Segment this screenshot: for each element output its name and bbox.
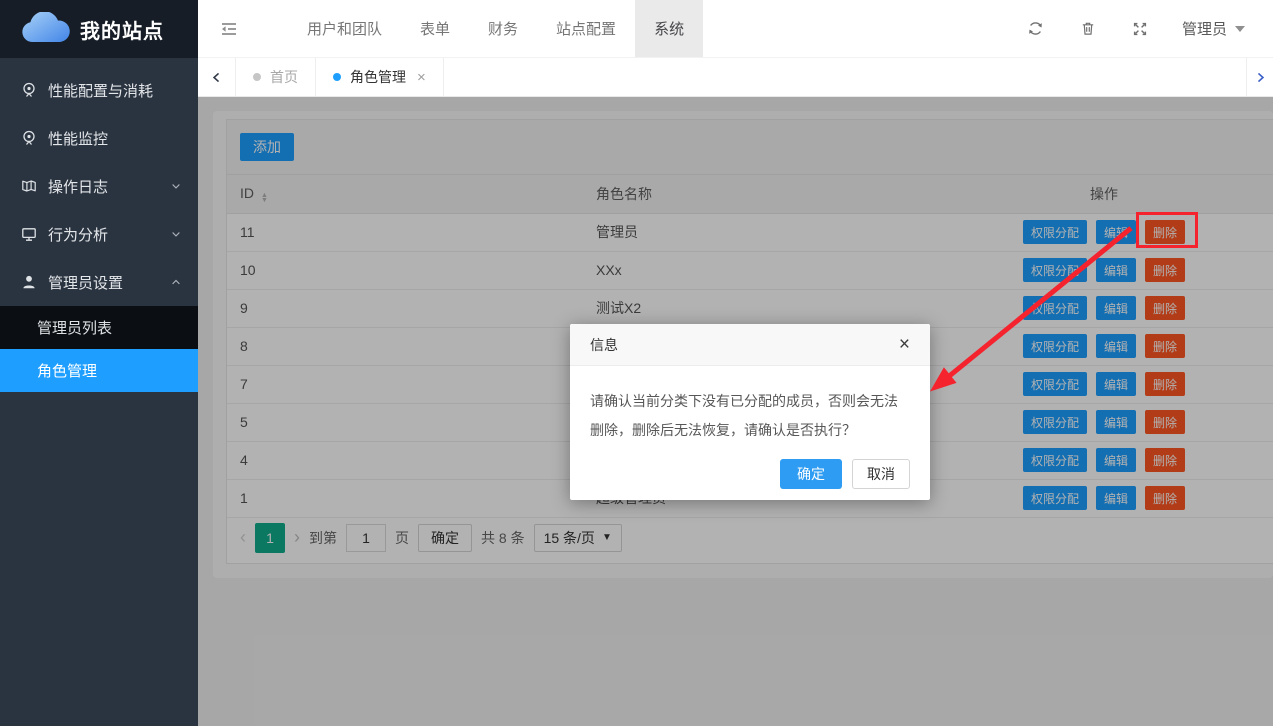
sidebar-menu: 性能配置与消耗 性能监控 操作日志 [0,58,198,392]
podcast-icon [21,82,39,99]
sidebar-item-label: 性能监控 [48,128,108,149]
app-root: 我的站点 性能配置与消耗 性能监控 [0,0,1273,726]
breadcrumb-tab-home[interactable]: 首页 [236,58,316,96]
sidebar-subitem-role-management[interactable]: 角色管理 [0,349,198,392]
tabs-scroll-left-icon[interactable] [198,58,236,96]
top-right-tools: 管理员 [1009,0,1273,57]
top-nav-tabs: 用户和团队 表单 财务 站点配置 系统 [288,0,703,57]
sidebar-item-performance-config[interactable]: 性能配置与消耗 [0,66,198,114]
nav-tab-label: 系统 [654,18,684,39]
dialog-message-line1: 请确认当前分类下没有已分配的成员，否则会无法 [590,387,910,416]
sidebar-item-label: 管理员设置 [48,272,123,293]
sidebar-item-label: 性能配置与消耗 [48,80,153,101]
tabs-scroll-right-icon[interactable] [1246,58,1273,96]
nav-tab-site-config[interactable]: 站点配置 [537,0,635,57]
nav-tab-forms[interactable]: 表单 [401,0,469,57]
nav-tab-label: 站点配置 [556,18,616,39]
sidebar: 我的站点 性能配置与消耗 性能监控 [0,0,198,726]
dialog-body: 请确认当前分类下没有已分配的成员，否则会无法 删除，删除后无法恢复，请确认是否执… [570,366,930,445]
chevron-down-icon [170,180,182,192]
breadcrumb-tab-role-management[interactable]: 角色管理 × [316,58,444,96]
nav-tab-label: 财务 [488,18,518,39]
breadcrumb-tab-label: 角色管理 [350,67,406,87]
tab-dot-icon [253,73,261,81]
chevron-up-icon [170,276,182,288]
fullscreen-icon[interactable] [1114,0,1166,57]
user-menu-label: 管理员 [1182,18,1227,39]
chevron-down-icon [170,228,182,240]
refresh-icon[interactable] [1009,0,1062,57]
confirm-ok-button[interactable]: 确定 [780,459,842,489]
menu-fold-icon[interactable] [198,0,260,57]
monitor-icon [21,226,39,243]
cloud-logo-icon [18,12,72,46]
sidebar-subitem-admin-list[interactable]: 管理员列表 [0,306,198,349]
tab-dot-icon [333,73,341,81]
sidebar-item-admin-settings[interactable]: 管理员设置 [0,258,198,306]
sidebar-item-operation-logs[interactable]: 操作日志 [0,162,198,210]
site-title: 我的站点 [80,15,164,44]
sidebar-subitem-label: 角色管理 [37,360,97,381]
trash-icon[interactable] [1062,0,1114,57]
confirm-dialog: 信息 × 请确认当前分类下没有已分配的成员，否则会无法 删除，删除后无法恢复，请… [570,324,930,500]
sidebar-item-label: 行为分析 [48,224,108,245]
dialog-header: 信息 × [570,324,930,366]
content-area: 添加 ID▲▼ 角色名称 操作 [198,97,1273,726]
book-icon [21,178,39,195]
dialog-message-line2: 删除，删除后无法恢复，请确认是否执行？ [590,416,910,445]
nav-tab-label: 表单 [420,18,450,39]
nav-tab-label: 用户和团队 [307,18,382,39]
nav-tab-users-teams[interactable]: 用户和团队 [288,0,401,57]
breadcrumb-tab-label: 首页 [270,67,298,87]
top-nav-bar: 用户和团队 表单 财务 站点配置 系统 [198,0,1273,58]
dialog-footer: 确定 取消 [780,459,910,489]
close-icon[interactable]: × [899,335,910,354]
sidebar-item-performance-monitor[interactable]: 性能监控 [0,114,198,162]
breadcrumb-tabs-bar: 首页 角色管理 × [198,58,1273,97]
confirm-cancel-button[interactable]: 取消 [852,459,910,489]
sidebar-subitem-label: 管理员列表 [37,317,112,338]
nav-tab-finance[interactable]: 财务 [469,0,537,57]
main-area: 用户和团队 表单 财务 站点配置 系统 [198,0,1273,726]
logo: 我的站点 [0,0,198,58]
sidebar-item-behavior-analysis[interactable]: 行为分析 [0,210,198,258]
close-tab-icon[interactable]: × [417,69,426,86]
podcast-icon [21,130,39,147]
user-menu[interactable]: 管理员 [1166,18,1273,39]
caret-down-icon [1235,26,1245,32]
dialog-title: 信息 [590,335,618,355]
user-icon [21,274,39,291]
sidebar-submenu: 管理员列表 角色管理 [0,306,198,392]
nav-tab-system[interactable]: 系统 [635,0,703,57]
sidebar-item-label: 操作日志 [48,176,108,197]
